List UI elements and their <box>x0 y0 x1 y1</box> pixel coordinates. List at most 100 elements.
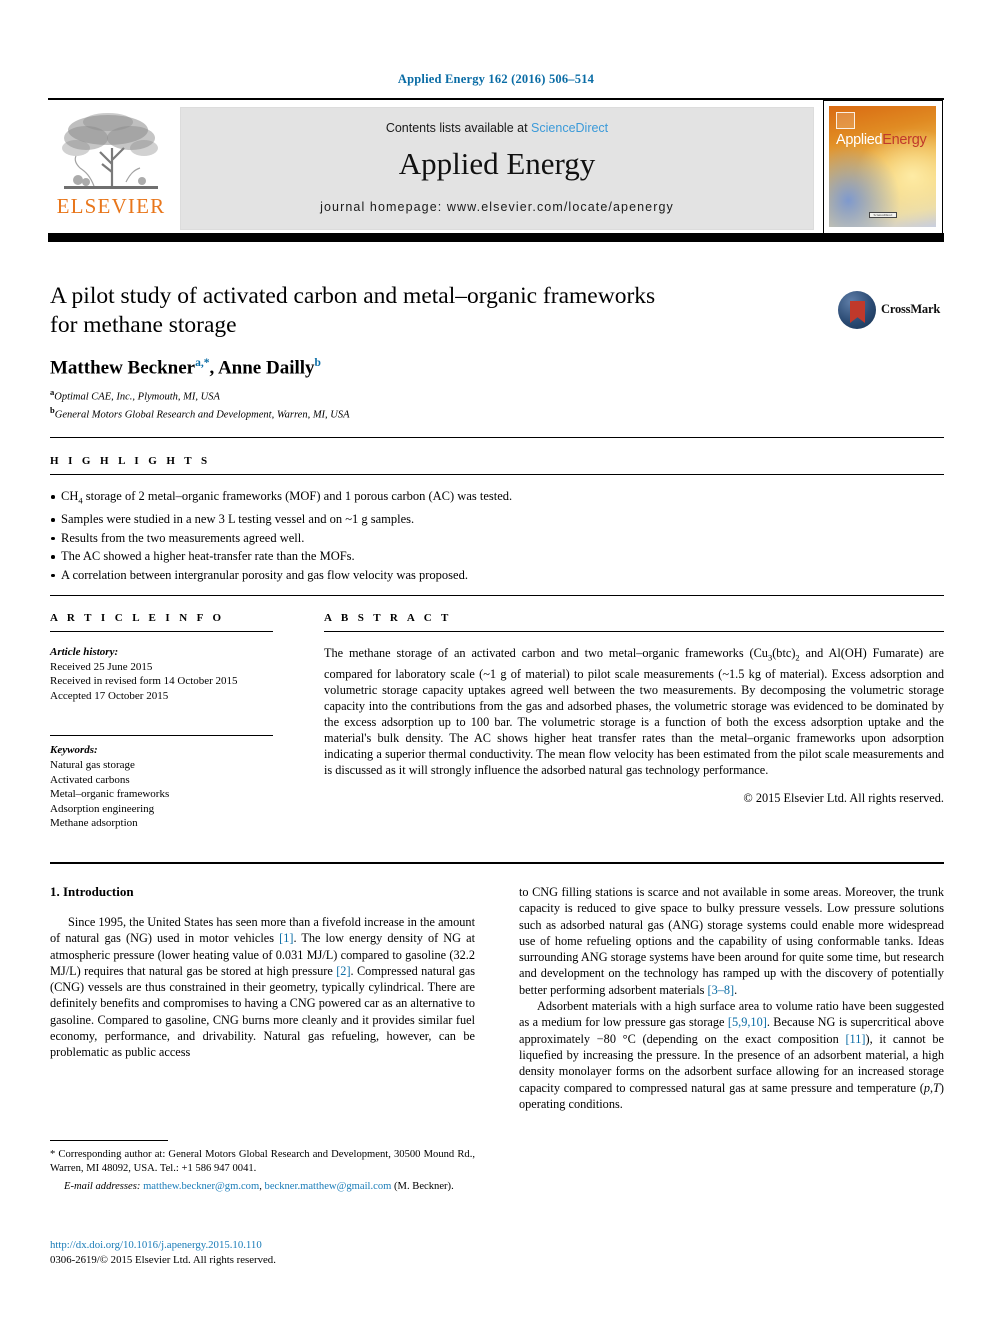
intro-paragraph-right-2: Adsorbent materials with a high surface … <box>519 999 945 1111</box>
list-item: A correlation between intergranular poro… <box>50 567 944 585</box>
cover-footer-chip: ScienceDirect <box>869 212 897 218</box>
citation-2[interactable]: [2] <box>336 964 350 978</box>
keyword-item: Natural gas storage <box>50 758 135 771</box>
highlights-heading: H I G H L I G H T S <box>50 455 211 467</box>
email-link-primary[interactable]: matthew.beckner@gm.com <box>143 1181 259 1192</box>
highlights-list: CH4 storage of 2 metal–organic framework… <box>50 488 944 584</box>
affiliation-text-a: Optimal CAE, Inc., Plymouth, MI, USA <box>54 391 220 403</box>
issn-copyright-line: 0306-2619/© 2015 Elsevier Ltd. All right… <box>50 1253 276 1266</box>
abstract-column: A B S T R A C T The methane storage of a… <box>324 612 944 831</box>
crossmark-label: CrossMark <box>881 302 941 316</box>
author-name-1[interactable]: Matthew Beckner <box>50 357 195 378</box>
elsevier-wordmark: ELSEVIER <box>56 194 166 218</box>
footnote-block: * Corresponding author at: General Motor… <box>50 1140 475 1194</box>
highlights-top-rule <box>50 437 944 438</box>
body-top-rule <box>50 862 944 864</box>
article-info-heading: A R T I C L E I N F O <box>50 612 225 624</box>
affiliation-b: bGeneral Motors Global Research and Deve… <box>50 404 820 422</box>
cover-elsevier-icon <box>836 112 855 129</box>
elsevier-logo: ELSEVIER <box>50 108 172 228</box>
footnote-rule <box>50 1140 168 1141</box>
cover-artwork: AppliedEnergy ScienceDirect <box>829 106 936 227</box>
abstract-heading-rule <box>324 631 944 632</box>
cover-title: AppliedEnergy <box>836 133 936 148</box>
journal-homepage-link[interactable]: journal homepage: www.elsevier.com/locat… <box>181 200 813 214</box>
citation-3-8[interactable]: [3–8] <box>707 983 734 997</box>
article-info-heading-rule <box>50 631 273 632</box>
masthead-bottom-rule <box>48 233 944 242</box>
cover-footer-band: ScienceDirect <box>843 210 923 223</box>
email-addresses-label: E-mail addresses: <box>64 1181 141 1192</box>
abstract-text: The methane storage of an activated carb… <box>324 646 944 778</box>
author-name-2[interactable]: Anne Dailly <box>218 357 315 378</box>
body-left-column: 1. Introduction Since 1995, the United S… <box>50 884 475 1112</box>
journal-title: Applied Energy <box>398 146 596 181</box>
keyword-item: Metal–organic frameworks <box>50 788 170 801</box>
article-history-received: Received 25 June 2015 <box>50 660 153 673</box>
keyword-item: Activated carbons <box>50 773 130 786</box>
masthead-top-rule <box>48 98 944 100</box>
article-history-accepted: Accepted 17 October 2015 <box>50 689 169 702</box>
abstract-heading: A B S T R A C T <box>324 612 452 624</box>
cover-title-applied: Applied <box>836 132 883 148</box>
article-history-label: Article history: <box>50 646 119 658</box>
doi-link[interactable]: http://dx.doi.org/10.1016/j.apenergy.201… <box>50 1238 475 1253</box>
affiliation-text-b: General Motors Global Research and Devel… <box>54 409 350 421</box>
keyword-item: Adsorption engineering <box>50 802 155 815</box>
list-item: The AC showed a higher heat-transfer rat… <box>50 548 944 566</box>
cover-title-energy: Energy <box>882 132 927 148</box>
journal-banner: Contents lists available at ScienceDirec… <box>180 107 814 230</box>
crossmark-badge[interactable]: CrossMark <box>838 288 944 334</box>
citation-11[interactable]: [11] <box>845 1032 865 1046</box>
intro-paragraph-left: Since 1995, the United States has seen m… <box>50 915 475 1060</box>
intro-paragraph-right-1: to CNG filling stations is scarce and no… <box>519 885 944 997</box>
info-abstract-columns: A R T I C L E I N F O Article history: R… <box>50 612 944 831</box>
crossmark-icon <box>838 291 876 329</box>
author-list: Matthew Becknera,*, Anne Daillyb <box>50 357 321 379</box>
citation-5-9-10[interactable]: [5,9,10] <box>728 1015 767 1029</box>
info-abstract-section: A R T I C L E I N F O Article history: R… <box>50 595 944 831</box>
author-marks-1: a,* <box>195 357 210 369</box>
list-item: CH4 storage of 2 metal–organic framework… <box>50 488 944 510</box>
list-item: Samples were studied in a new 3 L testin… <box>50 511 944 529</box>
keyword-item: Methane adsorption <box>50 817 138 830</box>
article-history-block: Article history: Received 25 June 2015 R… <box>50 645 273 703</box>
affiliation-list: aOptimal CAE, Inc., Plymouth, MI, USA bG… <box>50 386 820 422</box>
email-link-secondary[interactable]: beckner.matthew@gmail.com <box>265 1181 392 1192</box>
info-abstract-top-rule <box>50 595 944 596</box>
article-title-line-2: for methane storage <box>50 312 237 338</box>
keywords-block: Keywords: Natural gas storage Activated … <box>50 743 273 831</box>
journal-reference: Applied Energy 162 (2016) 506–514 <box>397 72 595 86</box>
introduction-heading: 1. Introduction <box>50 884 134 899</box>
body-right-column: to CNG filling stations is scarce and no… <box>519 884 944 1112</box>
contents-available-text: Contents lists available at <box>385 121 528 135</box>
highlight-text-1: CH4 storage of 2 metal–organic framework… <box>61 489 513 506</box>
email-attribution: (M. Beckner). <box>394 1181 454 1192</box>
elsevier-tree-icon <box>56 108 166 196</box>
email-note: E-mail addresses: matthew.beckner@gm.com… <box>64 1181 454 1192</box>
contents-available-line: Contents lists available at ScienceDirec… <box>181 121 813 135</box>
paper-page: Applied Energy 162 (2016) 506–514 ELSEVI… <box>0 0 992 1323</box>
keywords-rule <box>50 735 273 737</box>
article-title-line-1: A pilot study of activated carbon and me… <box>50 283 656 309</box>
article-info-column: A R T I C L E I N F O Article history: R… <box>50 612 273 831</box>
article-history-revised: Received in revised form 14 October 2015 <box>50 675 238 688</box>
highlights-heading-rule <box>50 474 944 475</box>
highlights-body: CH4 storage of 2 metal–organic framework… <box>50 488 944 584</box>
author-marks-2: b <box>314 357 321 369</box>
highlights-section: H I G H L I G H T S CH4 storage of 2 met… <box>50 437 944 584</box>
abstract-copyright: © 2015 Elsevier Ltd. All rights reserved… <box>743 791 944 806</box>
sciencedirect-link[interactable]: ScienceDirect <box>531 121 608 135</box>
body-columns: 1. Introduction Since 1995, the United S… <box>50 884 944 1112</box>
page-title: A pilot study of activated carbon and me… <box>50 282 820 340</box>
journal-masthead: ELSEVIER Contents lists available at Sci… <box>48 98 944 242</box>
title-block: A pilot study of activated carbon and me… <box>50 282 820 422</box>
keywords-label: Keywords: <box>50 744 98 757</box>
list-item: Results from the two measurements agreed… <box>50 530 944 548</box>
citation-1[interactable]: [1] <box>279 931 293 945</box>
crossmark-ribbon-icon <box>850 301 865 323</box>
corresponding-author-note: * Corresponding author at: General Motor… <box>50 1149 475 1174</box>
affiliation-a: aOptimal CAE, Inc., Plymouth, MI, USA <box>50 386 820 404</box>
journal-cover-thumbnail: AppliedEnergy ScienceDirect <box>823 100 943 234</box>
imprint-block: http://dx.doi.org/10.1016/j.apenergy.201… <box>50 1238 475 1267</box>
